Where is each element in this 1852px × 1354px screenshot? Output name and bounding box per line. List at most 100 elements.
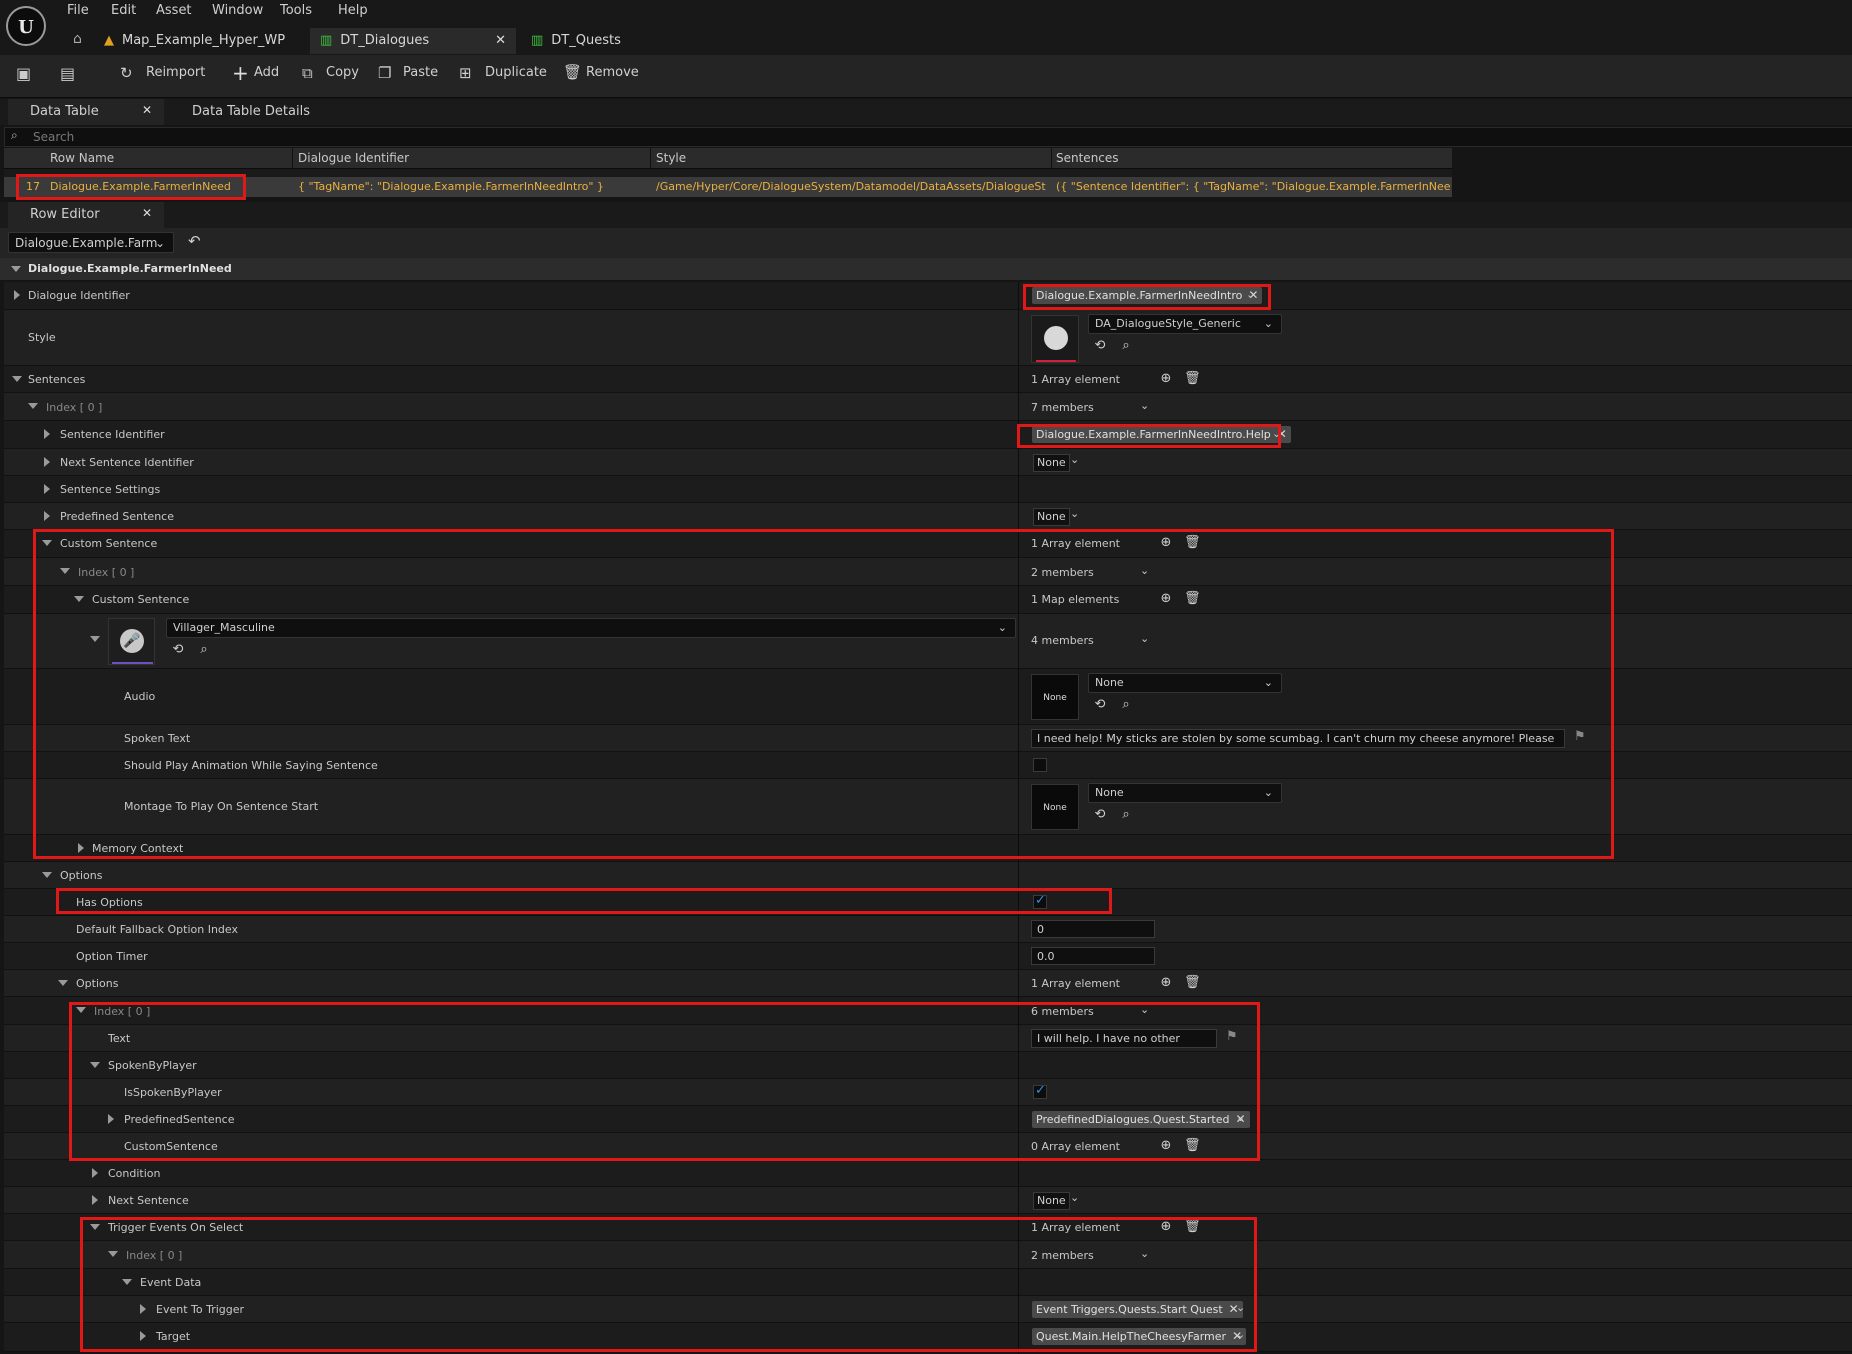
spoken-text-field[interactable]: I need help! My sticks are stolen by som… <box>1031 729 1565 763</box>
expand-icon[interactable] <box>14 290 20 300</box>
expand-icon[interactable] <box>92 1195 98 1205</box>
expand-icon[interactable] <box>44 429 50 439</box>
expand-icon[interactable] <box>92 1168 98 1178</box>
tag-chip[interactable]: Quest.Main.HelpTheCheesyFarmer ✕ <box>1032 1328 1247 1345</box>
column-header[interactable]: Dialogue Identifier <box>298 151 409 165</box>
copy-button[interactable]: Copy <box>326 65 359 80</box>
browse-icon[interactable]: ⌕ <box>196 642 212 658</box>
add-element-icon[interactable]: ⊕ <box>1158 371 1174 387</box>
flag-icon[interactable]: ⚑ <box>1574 729 1586 744</box>
tab-data-table-details[interactable]: Data Table Details <box>192 104 310 119</box>
chevron-down-icon[interactable]: ⌄ <box>1236 1301 1245 1314</box>
trash-icon[interactable]: 🗑 <box>1184 591 1201 607</box>
tag-chip[interactable]: PredefinedDialogues.Quest.Started ✕ <box>1032 1111 1250 1128</box>
tag-chip[interactable]: Event Triggers.Quests.Start Quest ✕ <box>1032 1301 1243 1318</box>
trash-icon[interactable]: 🗑 <box>1184 535 1201 551</box>
use-selected-icon[interactable]: ⟲ <box>170 642 186 658</box>
audio-dropdown[interactable]: None ⌄ <box>1088 673 1282 693</box>
expand-icon[interactable] <box>90 1062 100 1068</box>
style-thumbnail[interactable] <box>1031 315 1079 363</box>
table-row[interactable]: 17 Dialogue.Example.FarmerInNeed { "TagN… <box>4 177 1452 197</box>
expand-icon[interactable] <box>11 266 21 272</box>
expand-icon[interactable] <box>108 1251 118 1257</box>
browse-icon[interactable]: ⌕ <box>1118 338 1134 354</box>
audio-thumbnail[interactable]: None <box>1031 674 1079 720</box>
chevron-down-icon[interactable]: ⌄ <box>1272 427 1281 440</box>
home-icon[interactable]: ⌂ <box>73 31 82 47</box>
expand-icon[interactable] <box>108 1114 114 1124</box>
trash-icon[interactable]: 🗑 <box>1184 371 1201 387</box>
menu-help[interactable]: Help <box>338 3 368 18</box>
tab-data-table[interactable]: Data Table ✕ <box>8 99 164 125</box>
none-button[interactable]: None <box>1033 508 1070 526</box>
expand-icon[interactable] <box>74 596 84 602</box>
tag-chip[interactable]: Dialogue.Example.FarmerInNeedIntro.Help ✕ <box>1032 426 1291 443</box>
add-element-icon[interactable]: ⊕ <box>1158 535 1174 551</box>
chevron-down-icon[interactable]: ⌄ <box>1140 564 1149 577</box>
expand-icon[interactable] <box>140 1331 146 1341</box>
menu-window[interactable]: Window <box>212 3 263 18</box>
expand-icon[interactable] <box>12 376 22 382</box>
menu-file[interactable]: File <box>67 3 89 18</box>
expand-icon[interactable] <box>44 484 50 494</box>
montage-dropdown[interactable]: None ⌄ <box>1088 783 1282 803</box>
close-icon[interactable]: ✕ <box>495 28 506 54</box>
expand-icon[interactable] <box>58 980 68 986</box>
tab-row-editor[interactable]: Row Editor ✕ <box>8 202 164 228</box>
save-icon[interactable]: ▣ <box>16 64 31 83</box>
reimport-button[interactable]: Reimport <box>146 65 205 80</box>
expand-icon[interactable] <box>44 511 50 521</box>
duplicate-button[interactable]: Duplicate <box>485 65 547 80</box>
option-text-field[interactable]: I will help. I have no other option! <box>1031 1029 1217 1063</box>
chevron-down-icon[interactable]: ⌄ <box>1140 399 1149 412</box>
unreal-logo-icon[interactable]: U <box>6 6 46 46</box>
row-select-dropdown[interactable]: Dialogue.Example.Farm ⌄ <box>8 232 174 253</box>
tab-dt-quests[interactable]: ▥ DT_Quests <box>531 28 681 54</box>
add-element-icon[interactable]: ⊕ <box>1158 591 1174 607</box>
default-fallback-field[interactable]: 0 <box>1031 920 1155 938</box>
reset-icon[interactable]: ↶ <box>188 232 201 250</box>
expand-icon[interactable] <box>78 843 84 853</box>
expand-icon[interactable] <box>42 540 52 546</box>
chevron-down-icon[interactable]: ⌄ <box>1070 507 1079 520</box>
has-options-checkbox[interactable] <box>1033 893 1047 909</box>
add-element-icon[interactable]: ⊕ <box>1158 1138 1174 1154</box>
trash-icon[interactable]: 🗑 <box>1184 975 1201 991</box>
column-header[interactable]: Style <box>656 151 686 165</box>
expand-icon[interactable] <box>140 1304 146 1314</box>
voice-dropdown[interactable]: Villager_Masculine ⌄ <box>166 618 1016 638</box>
column-divider[interactable] <box>1018 282 1019 1354</box>
browse-icon[interactable]: ⌕ <box>1118 807 1134 823</box>
add-element-icon[interactable]: ⊕ <box>1158 1219 1174 1235</box>
menu-tools[interactable]: Tools <box>280 3 312 18</box>
should-play-animation-checkbox[interactable] <box>1033 758 1047 772</box>
expand-icon[interactable] <box>44 457 50 467</box>
add-element-icon[interactable]: ⊕ <box>1158 975 1174 991</box>
close-icon[interactable]: ✕ <box>142 206 152 220</box>
none-button[interactable]: None <box>1033 1192 1070 1210</box>
expand-icon[interactable] <box>90 636 100 642</box>
trash-icon[interactable]: 🗑 <box>1184 1219 1201 1235</box>
use-selected-icon[interactable]: ⟲ <box>1092 338 1108 354</box>
chevron-down-icon[interactable]: ⌄ <box>1070 1191 1079 1204</box>
expand-icon[interactable] <box>42 872 52 878</box>
browse-icon[interactable]: ▤ <box>60 64 75 83</box>
chevron-down-icon[interactable]: ⌄ <box>1070 453 1079 466</box>
option-timer-field[interactable]: 0.0 <box>1031 947 1155 965</box>
chevron-down-icon[interactable]: ⌄ <box>1236 1111 1245 1124</box>
add-button[interactable]: Add <box>254 65 279 80</box>
expand-icon[interactable] <box>122 1279 132 1285</box>
browse-icon[interactable]: ⌕ <box>1118 697 1134 713</box>
chevron-down-icon[interactable]: ⌄ <box>1140 1003 1149 1016</box>
style-dropdown[interactable]: DA_DialogueStyle_Generic ⌄ <box>1088 314 1282 334</box>
remove-button[interactable]: Remove <box>586 65 639 80</box>
expand-icon[interactable] <box>76 1007 86 1013</box>
expand-icon[interactable] <box>60 568 70 574</box>
use-selected-icon[interactable]: ⟲ <box>1092 697 1108 713</box>
chevron-down-icon[interactable]: ⌄ <box>1246 288 1255 301</box>
flag-icon[interactable]: ⚑ <box>1226 1029 1238 1044</box>
close-icon[interactable]: ✕ <box>142 103 152 117</box>
column-header[interactable]: Row Name <box>50 151 114 165</box>
expand-icon[interactable] <box>28 403 38 409</box>
search-input[interactable]: ⌕ Search <box>4 127 1852 147</box>
